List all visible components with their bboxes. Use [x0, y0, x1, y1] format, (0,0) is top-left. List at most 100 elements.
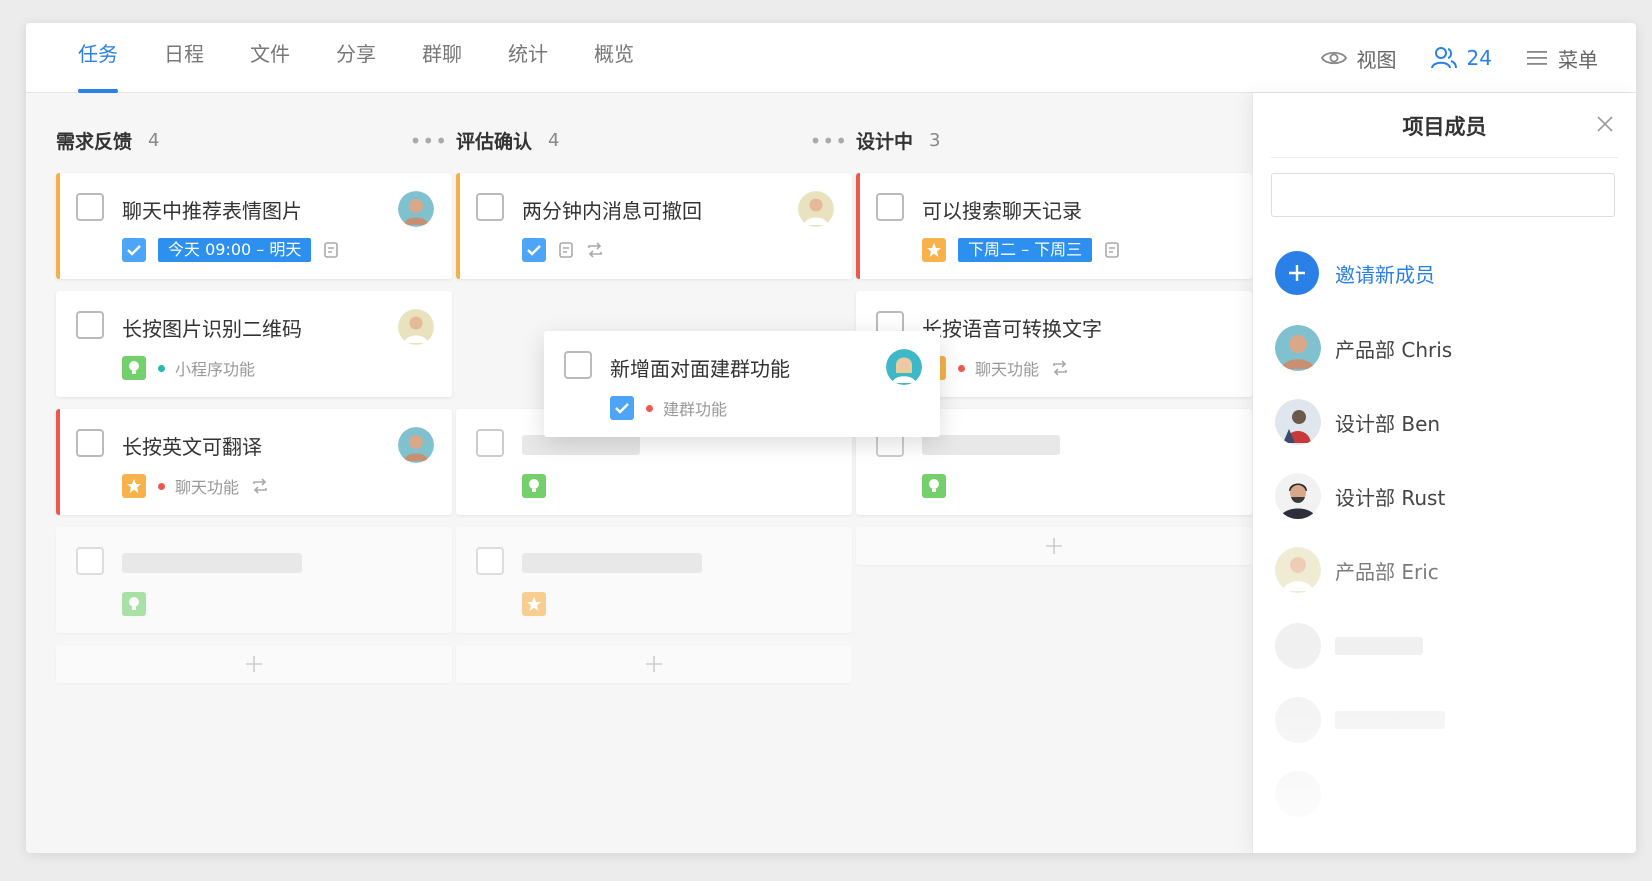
star-icon — [122, 474, 146, 498]
placeholder-line — [522, 435, 640, 455]
note-icon — [323, 241, 339, 259]
members-count: 24 — [1466, 46, 1492, 70]
divider — [1271, 157, 1618, 158]
placeholder-line — [122, 553, 302, 573]
checked-icon — [122, 238, 146, 262]
tab-share[interactable]: 分享 — [336, 23, 376, 93]
plus-icon — [1275, 251, 1319, 295]
task-tag: 小程序功能 — [158, 356, 255, 380]
tag-label: 小程序功能 — [175, 360, 256, 379]
idea-icon — [522, 474, 546, 498]
avatar — [1275, 325, 1321, 371]
plus-icon — [246, 656, 262, 672]
star-icon — [522, 592, 546, 616]
task-card[interactable]: 聊天中推荐表情图片 今天 09:00 – 明天 — [56, 173, 452, 279]
menu-button[interactable]: 菜单 — [1526, 44, 1598, 73]
view-button[interactable]: 视图 — [1320, 44, 1397, 73]
task-title: 长按语音可转换文字 — [922, 317, 1102, 341]
avatar — [398, 309, 434, 345]
task-tag: 聊天功能 — [958, 356, 1039, 380]
avatar — [398, 191, 434, 227]
tag-dot — [158, 364, 165, 372]
task-meta: 聊天功能 — [922, 355, 1069, 381]
users-icon — [1430, 47, 1457, 69]
task-meta: 今天 09:00 – 明天 — [122, 237, 339, 263]
dragging-task-card[interactable]: 新增面对面建群功能 建群功能 — [544, 331, 940, 437]
tab-bar: 任务 日程 文件 分享 群聊 统计 概览 — [78, 23, 680, 93]
checked-icon — [522, 238, 546, 262]
task-title: 聊天中推荐表情图片 — [122, 199, 302, 223]
task-meta — [522, 591, 546, 617]
tab-files[interactable]: 文件 — [250, 23, 290, 93]
more-icon[interactable]: ••• — [810, 129, 848, 153]
tab-group-chat[interactable]: 群聊 — [422, 23, 462, 93]
task-checkbox[interactable] — [76, 193, 104, 221]
panel-title: 项目成员 — [1402, 115, 1487, 139]
placeholder-card — [56, 527, 452, 633]
members-button[interactable]: 24 — [1430, 46, 1492, 70]
member-item[interactable]: 设计部 Rust — [1275, 473, 1445, 519]
task-meta: 下周二 – 下周三 — [922, 237, 1120, 263]
placeholder-line — [522, 553, 702, 573]
column-count: 4 — [148, 129, 160, 151]
tag-label: 聊天功能 — [975, 360, 1040, 379]
column-count: 3 — [929, 129, 941, 151]
member-name: 产品部 Chris — [1335, 337, 1453, 362]
toolbar: 视图 24 菜单 — [1287, 23, 1598, 93]
task-title: 两分钟内消息可撤回 — [522, 199, 702, 223]
add-card-button[interactable] — [456, 645, 852, 683]
members-panel: 项目成员 邀请新成员 产品部 Chris 设计部 Ben 设计部 Rust 产品… — [1252, 93, 1636, 853]
task-checkbox[interactable] — [476, 429, 504, 457]
tag-dot — [958, 364, 965, 372]
task-checkbox[interactable] — [564, 351, 592, 379]
task-checkbox[interactable] — [476, 193, 504, 221]
task-meta: 聊天功能 — [122, 473, 269, 499]
task-card[interactable]: 可以搜索聊天记录 下周二 – 下周三 — [856, 173, 1252, 279]
task-meta: 建群功能 — [610, 395, 727, 421]
tab-overview[interactable]: 概览 — [594, 23, 634, 93]
invite-member-button[interactable]: 邀请新成员 — [1275, 251, 1435, 295]
add-card-button[interactable] — [856, 527, 1252, 565]
tab-tasks[interactable]: 任务 — [78, 23, 118, 93]
member-search-input[interactable] — [1271, 173, 1615, 217]
column-requirements: 需求反馈 4 ••• 聊天中推荐表情图片 今天 09:00 – 明天 长按图片识… — [56, 115, 452, 683]
tab-statistics[interactable]: 统计 — [508, 23, 548, 93]
hamburger-icon — [1527, 51, 1547, 65]
task-meta — [122, 591, 146, 617]
task-card[interactable]: 长按图片识别二维码 小程序功能 — [56, 291, 452, 397]
member-item[interactable]: 产品部 Eric — [1275, 547, 1439, 593]
column-title: 设计中 — [856, 130, 914, 153]
eye-icon — [1320, 51, 1347, 65]
top-bar: 任务 日程 文件 分享 群聊 统计 概览 视图 24 菜单 — [26, 23, 1636, 93]
task-card[interactable]: 两分钟内消息可撤回 — [456, 173, 852, 279]
task-card[interactable]: 长按英文可翻译 聊天功能 — [56, 409, 452, 515]
add-card-button[interactable] — [56, 645, 452, 683]
date-range-badge: 今天 09:00 – 明天 — [158, 238, 312, 262]
tab-schedule[interactable]: 日程 — [164, 23, 204, 93]
member-item[interactable]: 设计部 Ben — [1275, 399, 1440, 445]
invite-label: 邀请新成员 — [1335, 262, 1435, 287]
task-checkbox[interactable] — [476, 547, 504, 575]
close-icon[interactable] — [1596, 115, 1614, 133]
placeholder-line — [922, 435, 1060, 455]
column-header: 需求反馈 4 ••• — [56, 115, 452, 165]
task-checkbox[interactable] — [876, 193, 904, 221]
task-title: 新增面对面建群功能 — [610, 357, 790, 381]
column-title: 需求反馈 — [56, 130, 133, 153]
task-checkbox[interactable] — [76, 311, 104, 339]
avatar — [886, 349, 922, 385]
avatar — [1275, 547, 1321, 593]
task-meta: 小程序功能 — [122, 355, 255, 381]
task-tag: 聊天功能 — [158, 474, 239, 498]
tag-label: 聊天功能 — [175, 478, 240, 497]
task-card-body: 新增面对面建群功能 建群功能 — [544, 331, 940, 437]
member-name: 设计部 Rust — [1335, 485, 1446, 510]
task-checkbox[interactable] — [76, 429, 104, 457]
task-meta — [522, 237, 604, 263]
tag-dot — [646, 404, 653, 412]
task-checkbox[interactable] — [76, 547, 104, 575]
member-item[interactable]: 产品部 Chris — [1275, 325, 1452, 371]
task-tag: 建群功能 — [646, 396, 727, 420]
more-icon[interactable]: ••• — [410, 129, 448, 153]
task-meta — [522, 473, 546, 499]
